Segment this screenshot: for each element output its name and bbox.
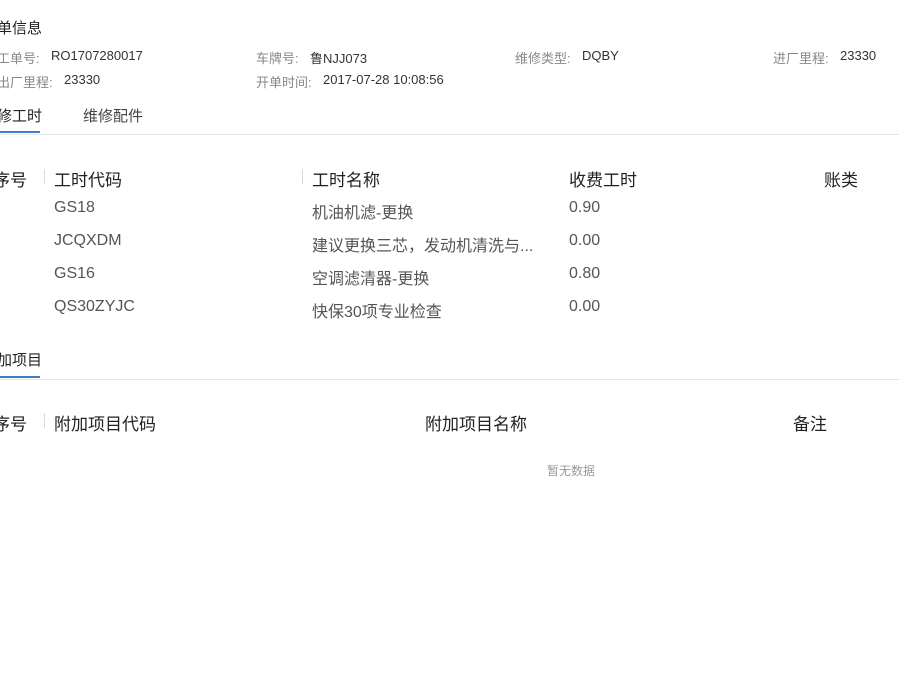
open-time-value: 2017-07-28 10:08:56 <box>323 72 444 87</box>
col-separator[interactable] <box>44 413 45 428</box>
col-header-seq: 序号 <box>0 171 27 190</box>
active-tab-indicator <box>0 131 40 133</box>
col-separator[interactable] <box>44 169 45 184</box>
exit-mileage-label: 出厂里程: <box>0 75 53 90</box>
plate-number-value: 鲁NJJ073 <box>310 51 368 66</box>
cell-labor-name: 机油机滤-更换 <box>312 205 414 222</box>
cell-labor-name: 建议更换三芯，发动机清洗与... <box>312 238 534 255</box>
cell-labor-name: 空调滤清器-更换 <box>312 271 430 288</box>
cell-labor-name: 快保30项专业检查 <box>312 304 442 321</box>
section-divider <box>0 379 899 380</box>
col-header-extra-name: 附加项目名称 <box>425 415 527 434</box>
cell-billed-hours: 0.00 <box>569 232 601 249</box>
cell-billed-hours: 0.00 <box>569 298 601 315</box>
cell-labor-code: QS30ZYJC <box>54 298 135 315</box>
work-order-label: 工单号: <box>0 51 40 66</box>
open-time-label: 开单时间: <box>256 75 312 90</box>
repair-type-label: 维修类型: <box>515 51 571 66</box>
tab-divider <box>0 134 899 135</box>
col-header-labor-code: 工时代码 <box>54 171 122 190</box>
cell-labor-code: JCQXDM <box>54 232 122 249</box>
tab-extra-items[interactable]: 加项目 <box>0 349 42 370</box>
col-header-labor-name: 工时名称 <box>312 171 380 190</box>
col-header-billed-hours: 收费工时 <box>569 171 637 190</box>
cell-labor-code: GS16 <box>54 265 95 282</box>
section-title-order-info: 单信息 <box>0 20 43 37</box>
entry-mileage-value: 23330 <box>840 48 877 63</box>
active-tab-indicator <box>0 376 40 378</box>
tab-labor-hours[interactable]: 修工时 <box>0 105 42 126</box>
empty-state-text: 暂无数据 <box>547 464 596 478</box>
col-header-seq: 序号 <box>0 415 27 434</box>
repair-type-value: DQBY <box>582 48 619 63</box>
col-separator[interactable] <box>302 169 303 184</box>
exit-mileage-value: 23330 <box>64 72 101 87</box>
entry-mileage-label: 进厂里程: <box>773 51 829 66</box>
cell-labor-code: GS18 <box>54 199 95 216</box>
col-header-extra-code: 附加项目代码 <box>54 415 156 434</box>
tab-repair-parts[interactable]: 维修配件 <box>83 105 143 126</box>
work-order-value: RO1707280017 <box>51 48 143 63</box>
col-header-remarks: 备注 <box>793 415 827 434</box>
plate-number-label: 车牌号: <box>256 51 299 66</box>
col-header-account-type: 账类 <box>824 171 858 190</box>
cell-billed-hours: 0.80 <box>569 265 601 282</box>
cell-billed-hours: 0.90 <box>569 199 601 216</box>
